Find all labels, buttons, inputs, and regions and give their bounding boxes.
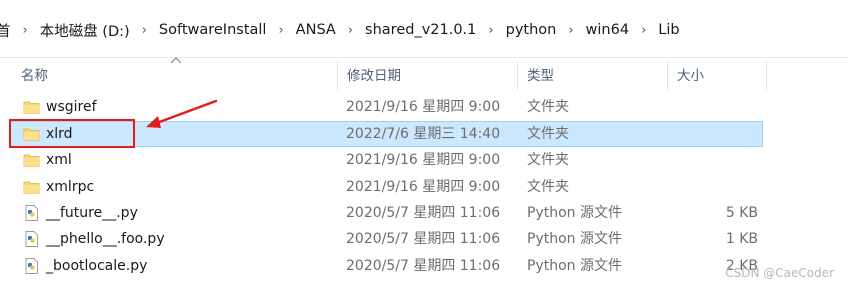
breadcrumb: 首 › 本地磁盘 (D:) › SoftwareInstall › ANSA ›… xyxy=(0,19,689,41)
column-divider[interactable] xyxy=(667,62,668,90)
folder-icon xyxy=(23,101,40,114)
column-divider[interactable] xyxy=(337,62,338,90)
column-divider[interactable] xyxy=(766,62,767,90)
file-name: xmlrpc xyxy=(46,179,95,195)
chevron-right-icon[interactable]: › xyxy=(638,23,649,38)
list-item[interactable]: __future__.py 2020/5/7 星期四 11:06 Python … xyxy=(0,200,848,226)
chevron-right-icon[interactable]: › xyxy=(139,23,150,38)
file-date: 2020/5/7 星期四 11:06 xyxy=(346,258,501,274)
file-date: 2021/9/16 星期四 9:00 xyxy=(346,152,501,168)
file-name: xml xyxy=(46,152,72,168)
breadcrumb-item-drive[interactable]: 本地磁盘 (D:) xyxy=(31,20,139,41)
annotation-highlight-box xyxy=(9,119,135,148)
breadcrumb-item-python[interactable]: python xyxy=(497,22,566,38)
file-type: 文件夹 xyxy=(527,152,569,168)
list-item[interactable]: xmlrpc 2021/9/16 星期四 9:00 文件夹 xyxy=(0,174,848,200)
chevron-right-icon[interactable]: › xyxy=(345,23,356,38)
watermark: CSDN @CaeCoder xyxy=(725,266,834,280)
chevron-right-icon[interactable]: › xyxy=(20,23,31,38)
breadcrumb-item-softwareinstall[interactable]: SoftwareInstall xyxy=(150,22,276,38)
file-date: 2022/7/6 星期三 14:40 xyxy=(346,126,501,142)
python-file-icon xyxy=(25,231,38,247)
column-header-size[interactable]: 大小 xyxy=(677,58,704,94)
breadcrumb-item-ansa[interactable]: ANSA xyxy=(287,22,345,38)
column-header-type[interactable]: 类型 xyxy=(527,58,554,94)
file-type: Python 源文件 xyxy=(527,258,622,274)
file-name: wsgiref xyxy=(46,99,97,115)
breadcrumb-item-shared[interactable]: shared_v21.0.1 xyxy=(356,22,485,38)
list-item[interactable]: wsgiref 2021/9/16 星期四 9:00 文件夹 xyxy=(0,94,848,120)
file-date: 2020/5/7 星期四 11:06 xyxy=(346,231,501,247)
file-size xyxy=(700,174,758,200)
file-type: Python 源文件 xyxy=(527,205,622,221)
breadcrumb-item-win64[interactable]: win64 xyxy=(577,22,639,38)
file-size: 1 KB xyxy=(725,231,758,247)
breadcrumb-item-lib[interactable]: Lib xyxy=(649,22,688,38)
address-bar[interactable]: 首 › 本地磁盘 (D:) › SoftwareInstall › ANSA ›… xyxy=(0,0,848,58)
file-size: 5 KB xyxy=(725,205,758,221)
chevron-right-icon[interactable]: › xyxy=(275,23,286,38)
annotation-arrow-icon xyxy=(146,99,218,128)
column-header-date[interactable]: 修改日期 xyxy=(347,58,401,94)
file-name: __future__.py xyxy=(46,205,138,221)
list-item[interactable]: _bootlocale.py 2020/5/7 星期四 11:06 Python… xyxy=(0,253,848,279)
file-name: _bootlocale.py xyxy=(46,258,148,274)
sort-ascending-icon xyxy=(170,57,182,64)
python-file-icon xyxy=(25,258,38,274)
file-size xyxy=(700,94,758,120)
column-header-name[interactable]: 名称 xyxy=(21,58,48,94)
file-name: __phello__.foo.py xyxy=(46,231,165,247)
breadcrumb-item-root[interactable]: 首 xyxy=(0,20,20,41)
file-size xyxy=(700,147,758,173)
column-header-row: 名称 修改日期 类型 大小 xyxy=(0,58,848,94)
chevron-right-icon[interactable]: › xyxy=(485,23,496,38)
file-type: 文件夹 xyxy=(527,99,569,115)
file-size xyxy=(700,121,758,147)
file-date: 2020/5/7 星期四 11:06 xyxy=(346,205,501,221)
file-date: 2021/9/16 星期四 9:00 xyxy=(346,99,501,115)
file-type: 文件夹 xyxy=(527,179,569,195)
python-file-icon xyxy=(25,205,38,221)
column-divider[interactable] xyxy=(517,62,518,90)
list-item[interactable]: __phello__.foo.py 2020/5/7 星期四 11:06 Pyt… xyxy=(0,226,848,252)
folder-icon xyxy=(23,154,40,167)
file-date: 2021/9/16 星期四 9:00 xyxy=(346,179,501,195)
list-item[interactable]: xml 2021/9/16 星期四 9:00 文件夹 xyxy=(0,147,848,173)
file-type: Python 源文件 xyxy=(527,231,622,247)
chevron-right-icon[interactable]: › xyxy=(565,23,576,38)
file-type: 文件夹 xyxy=(527,126,569,142)
folder-icon xyxy=(23,181,40,194)
